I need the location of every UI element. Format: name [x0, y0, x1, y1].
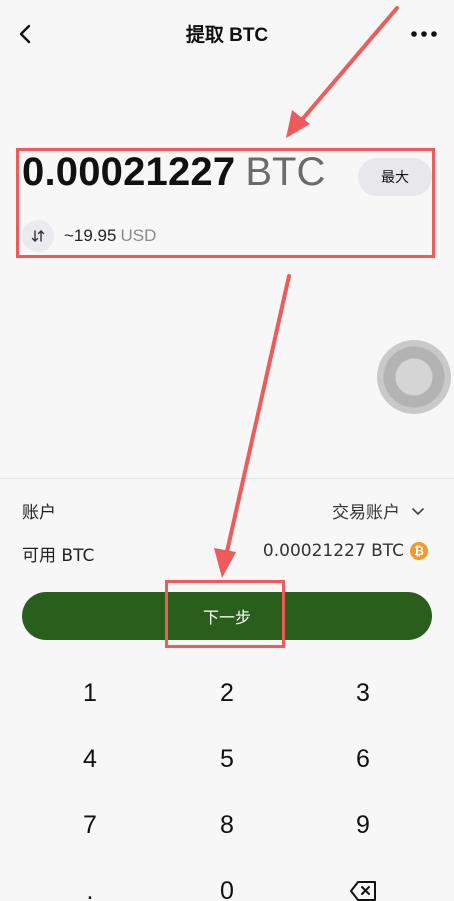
- backspace-key[interactable]: [303, 866, 423, 901]
- amount-value: 0.00021227: [22, 150, 236, 194]
- available-label: 可用 BTC: [22, 546, 95, 566]
- more-dots-icon: [411, 31, 437, 37]
- max-button[interactable]: 最大: [358, 158, 432, 196]
- header-bar: 提取 BTC: [0, 0, 454, 66]
- more-button[interactable]: [408, 22, 440, 46]
- conversion-row: ~19.95 USD: [22, 220, 322, 252]
- swap-arrows-icon: [31, 230, 45, 242]
- key-9[interactable]: 9: [303, 800, 423, 850]
- usd-value: ~19.95: [64, 226, 117, 245]
- annotation-arrowhead-top: [286, 110, 310, 138]
- account-selector[interactable]: 交易账户: [332, 498, 428, 523]
- floating-assist-button[interactable]: [377, 340, 451, 414]
- usd-unit: USD: [120, 226, 157, 245]
- account-label: 账户: [22, 503, 56, 523]
- annotation-arrowhead-bottom: [214, 548, 236, 578]
- available-balance: 0.00021227 BTC ₿: [263, 541, 428, 561]
- annotation-arrow-bottom: [224, 274, 291, 558]
- key-0[interactable]: 0: [167, 866, 287, 901]
- next-button[interactable]: 下一步: [22, 592, 432, 640]
- amount-unit: BTC: [245, 150, 326, 194]
- key-6[interactable]: 6: [303, 734, 423, 784]
- key-decimal[interactable]: .: [30, 866, 150, 901]
- swap-currency-button[interactable]: [22, 220, 54, 252]
- key-5[interactable]: 5: [167, 734, 287, 784]
- key-1[interactable]: 1: [30, 668, 150, 718]
- backspace-icon: [350, 881, 376, 901]
- section-divider: [0, 478, 454, 479]
- key-3[interactable]: 3: [303, 668, 423, 718]
- page-title: 提取 BTC: [185, 25, 269, 46]
- key-2[interactable]: 2: [167, 668, 287, 718]
- available-value: 0.00021227 BTC: [262, 541, 404, 561]
- numeric-keypad: 1 2 3 4 5 6 7 8 9 . 0: [0, 660, 454, 901]
- key-4[interactable]: 4: [30, 734, 150, 784]
- key-8[interactable]: 8: [167, 800, 287, 850]
- btc-coin-icon: ₿: [410, 542, 428, 560]
- chevron-down-icon: [412, 507, 424, 515]
- key-7[interactable]: 7: [30, 800, 150, 850]
- account-value: 交易账户: [332, 503, 400, 523]
